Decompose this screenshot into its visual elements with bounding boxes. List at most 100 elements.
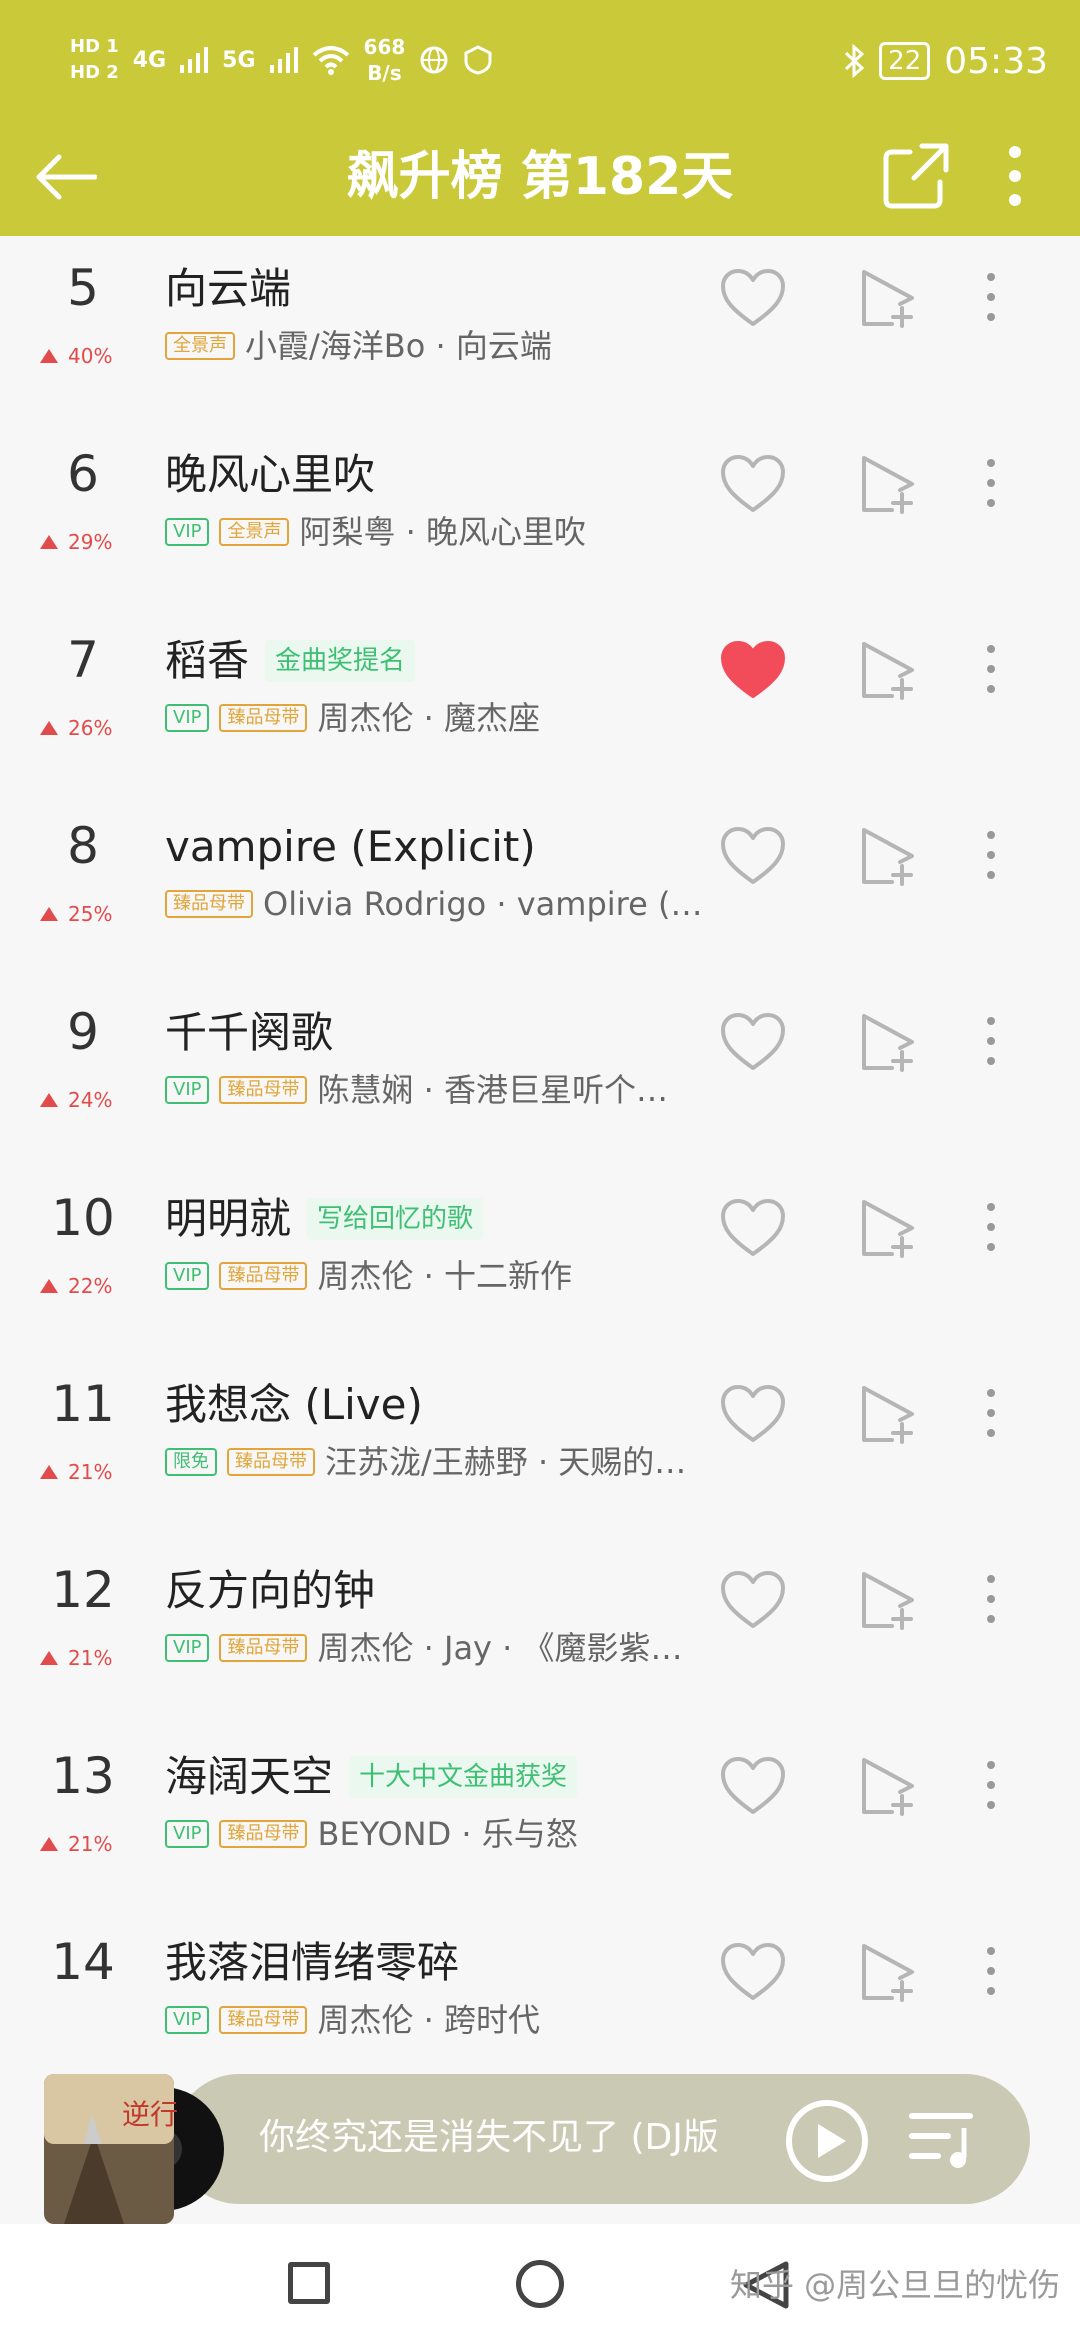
song-title-line: 海阔天空 十大中文金曲获奖 [165, 1750, 578, 1804]
song-title[interactable]: 向云端 [165, 262, 291, 316]
add-to-playlist-button[interactable] [858, 640, 918, 700]
song-more-button[interactable] [976, 1748, 1006, 1822]
quality-badge: 全景声 [219, 518, 290, 546]
vip-badge: VIP [165, 2006, 210, 2034]
song-row[interactable]: 8 25% vampire (Explicit) 臻品母带 Olivia Rodrigo… [0, 758, 1080, 944]
song-title[interactable]: 明明就 [165, 1192, 291, 1246]
clock: 05:33 [944, 40, 1048, 82]
wifi-icon [312, 46, 349, 75]
more-vertical-icon [987, 1575, 995, 1583]
add-to-playlist-button[interactable] [858, 1384, 918, 1444]
add-to-playlist-button[interactable] [858, 1942, 918, 2002]
song-meta: VIP 臻品母带 周杰伦 · 十二新作 [165, 1256, 720, 1296]
artist-album: 周杰伦 · 魔杰座 [317, 699, 541, 737]
rise-percent: 40% [68, 344, 113, 368]
song-row[interactable]: 13 21% 海阔天空 十大中文金曲获奖 VIP 臻品母带 BEYOND · 乐与怒 [0, 1688, 1080, 1874]
like-button[interactable] [720, 826, 786, 886]
song-row[interactable]: 10 22% 明明就 写给回忆的歌 VIP 臻品母带 周杰伦 · 十二新作 [0, 1130, 1080, 1316]
vip-badge: VIP [165, 704, 210, 732]
triangle-up-icon [40, 1651, 58, 1665]
song-more-button[interactable] [976, 260, 1006, 334]
song-title[interactable]: 千千阕歌 [165, 1006, 333, 1060]
song-more-button[interactable] [976, 1004, 1006, 1078]
playlist-button[interactable] [908, 2108, 978, 2172]
song-title[interactable]: vampire (Explicit) [165, 820, 536, 874]
song-more-button[interactable] [976, 818, 1006, 892]
song-row[interactable]: 12 21% 反方向的钟 VIP 臻品母带 周杰伦 · Jay · 《魔影紫… [0, 1502, 1080, 1688]
artist-album: 陈慧娴 · 香港巨星听个… [317, 1071, 669, 1109]
song-row[interactable]: 11 21% 我想念 (Live) 限免 臻品母带 汪苏泷/王赫野 · 天赐的… [0, 1316, 1080, 1502]
song-title[interactable]: 海阔天空 [165, 1750, 333, 1804]
play-icon [786, 2100, 868, 2182]
song-title-line: 向云端 [165, 262, 291, 316]
like-button[interactable] [720, 1570, 786, 1630]
song-rank: 14 [51, 1933, 115, 1991]
song-row[interactable]: 6 29% 晚风心里吹 VIP 全景声 阿梨粤 · 晚风心里吹 [0, 386, 1080, 572]
add-to-playlist-button[interactable] [858, 1012, 918, 1072]
song-title-line: 晚风心里吹 [165, 448, 375, 502]
heart-icon [721, 269, 785, 326]
song-list[interactable]: 5 40% 向云端 全景声 小霞/海洋Bo · 向云端 6 29% 晚风心里吹 VIP 全景声 阿梨… [0, 236, 1080, 2126]
more-vertical-icon [987, 1761, 995, 1769]
triangle-up-icon [40, 535, 58, 549]
signal-bars-icon [269, 47, 298, 73]
rise-percent: 21% [68, 1646, 113, 1670]
album-cover[interactable]: 逆行 [44, 2074, 224, 2224]
quality-badge: 臻品母带 [227, 1448, 315, 1476]
song-row[interactable]: 14 我落泪情绪零碎 VIP 臻品母带 周杰伦 · 跨时代 [0, 1874, 1080, 2060]
home-button[interactable] [516, 2260, 564, 2308]
song-row[interactable]: 5 40% 向云端 全景声 小霞/海洋Bo · 向云端 [0, 236, 1080, 386]
artist-album: 小霞/海洋Bo · 向云端 [245, 327, 552, 365]
add-to-playlist-button[interactable] [858, 1570, 918, 1630]
add-to-playlist-icon [862, 828, 914, 886]
song-rank: 5 [67, 259, 99, 317]
recent-apps-button[interactable] [288, 2262, 330, 2304]
add-to-playlist-button[interactable] [858, 1756, 918, 1816]
song-row[interactable]: 7 26% 稻香 金曲奖提名 VIP 臻品母带 周杰伦 · 魔杰座 [0, 572, 1080, 758]
like-button[interactable] [720, 454, 786, 514]
song-more-button[interactable] [976, 446, 1006, 520]
like-button[interactable] [720, 268, 786, 328]
song-title[interactable]: 我想念 (Live) [165, 1378, 423, 1432]
add-to-playlist-button[interactable] [858, 454, 918, 514]
add-to-playlist-icon [862, 642, 914, 700]
mini-player[interactable]: 逆行 你终究还是消失不见了 (DJ版 [44, 2074, 1034, 2224]
like-button[interactable] [720, 640, 786, 700]
add-to-playlist-button[interactable] [858, 268, 918, 328]
song-title[interactable]: 反方向的钟 [165, 1564, 375, 1618]
song-title-line: 反方向的钟 [165, 1564, 375, 1618]
rise-percent: 29% [68, 530, 113, 554]
add-to-playlist-button[interactable] [858, 826, 918, 886]
more-vertical-icon [987, 1389, 995, 1397]
triangle-up-icon [40, 907, 58, 921]
like-button[interactable] [720, 1198, 786, 1258]
vip-badge: VIP [165, 1820, 210, 1848]
song-more-button[interactable] [976, 632, 1006, 706]
shield-icon [464, 45, 492, 75]
vip-badge: VIP [165, 1262, 210, 1290]
more-options-button[interactable] [990, 140, 1040, 212]
share-button[interactable] [880, 140, 952, 212]
play-button[interactable] [784, 2098, 870, 2184]
more-vertical-icon [987, 459, 995, 467]
add-to-playlist-icon [862, 456, 914, 514]
song-more-button[interactable] [976, 1190, 1006, 1264]
like-button[interactable] [720, 1384, 786, 1444]
like-button[interactable] [720, 1942, 786, 2002]
bluetooth-icon [845, 44, 865, 78]
like-button[interactable] [720, 1756, 786, 1816]
song-more-button[interactable] [976, 1562, 1006, 1636]
song-title[interactable]: 稻香 [165, 634, 249, 688]
more-vertical-icon [987, 273, 995, 281]
song-more-button[interactable] [976, 1376, 1006, 1450]
add-to-playlist-button[interactable] [858, 1198, 918, 1258]
like-button[interactable] [720, 1012, 786, 1072]
song-title[interactable]: 我落泪情绪零碎 [165, 1936, 459, 1990]
song-more-button[interactable] [976, 1934, 1006, 2008]
song-row[interactable]: 9 24% 千千阕歌 VIP 臻品母带 陈慧娴 · 香港巨星听个… [0, 944, 1080, 1130]
quality-badge: 臻品母带 [219, 1076, 308, 1104]
song-title[interactable]: 晚风心里吹 [165, 448, 375, 502]
now-playing-title[interactable]: 你终究还是消失不见了 (DJ版 [259, 2114, 729, 2162]
artist-album: 周杰伦 · 十二新作 [317, 1257, 573, 1295]
quality-badge: 臻品母带 [219, 704, 308, 732]
